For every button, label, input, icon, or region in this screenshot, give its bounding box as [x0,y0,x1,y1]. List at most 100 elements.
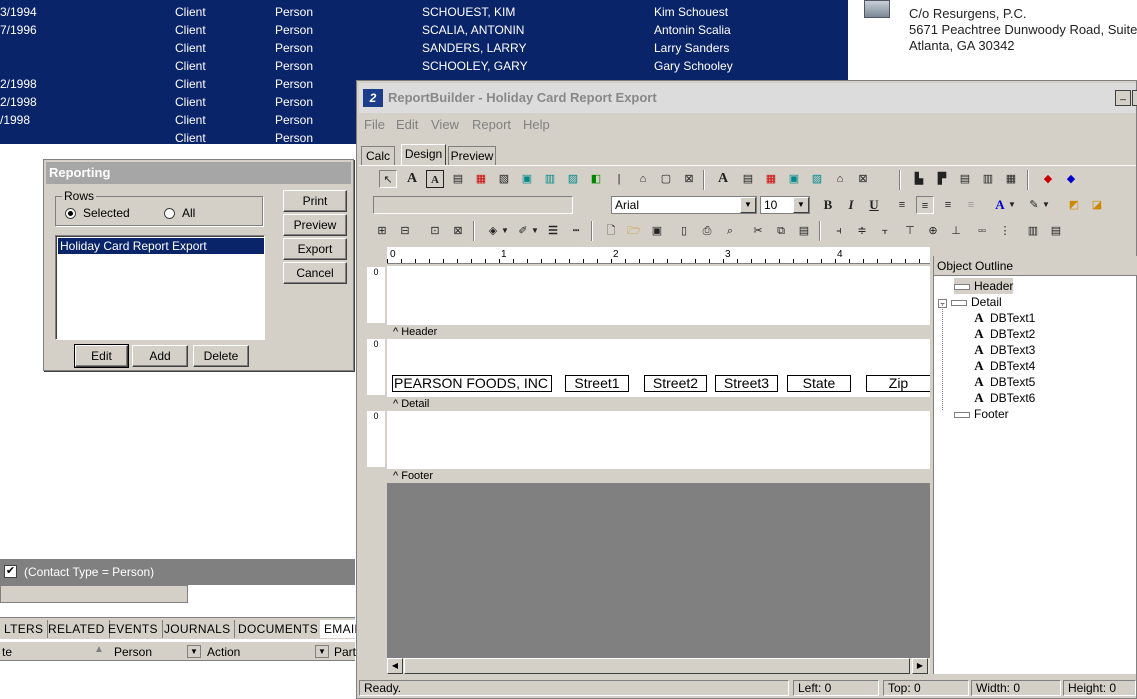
scroll-thumb[interactable] [404,658,910,674]
rb-title-bar[interactable]: 2 ReportBuilder - Holiday Card Report Ex… [359,83,1137,113]
size-icon-2[interactable]: ⊠ [449,222,467,240]
dbcheckbox-icon[interactable]: ⊠ [854,170,872,188]
save-icon[interactable]: ▣ [648,222,666,240]
outline-dbtext3[interactable]: A DBText3 [972,342,1035,358]
radio-all-label[interactable]: All [182,206,195,220]
outline-detail[interactable]: − Detail [938,294,1002,310]
open-icon[interactable]: 🗁 [625,222,643,240]
contact-row[interactable]: 3/1994 Client Person SCHOUEST, KIM Kim Schou… [0,2,848,20]
space-vert-icon[interactable]: ⋮ [996,222,1014,240]
radio-selected[interactable] [65,208,76,219]
tab-calc[interactable]: Calc [361,146,395,165]
column-person[interactable]: Person [114,645,152,659]
cancel-button[interactable]: Cancel [283,262,347,284]
tab-preview[interactable]: Preview [448,146,496,165]
align-icon-2[interactable]: ▛ [933,170,951,188]
new-icon[interactable]: 🗋 [602,222,620,240]
align-center-icon[interactable]: ≡ [916,196,934,214]
font-name-dropdown-icon[interactable]: ▼ [740,197,756,213]
dbmemo-icon[interactable]: ▤ [739,170,757,188]
menu-view[interactable]: View [431,117,459,132]
print-button[interactable]: Print [283,190,347,212]
paste-icon[interactable]: ▤ [795,222,813,240]
align-icon-3[interactable]: ▤ [956,170,974,188]
scroll-left-icon[interactable]: ◀ [387,658,403,674]
delete-button[interactable]: Delete [193,345,249,367]
footer-band[interactable] [387,411,930,469]
bottom-tab-documents[interactable]: DOCUMENTS [234,620,324,638]
memo-icon[interactable]: A [426,170,444,188]
component-name-box[interactable] [373,196,573,214]
align-tops-icon[interactable]: ⊤ [901,222,919,240]
bottom-tab-events[interactable]: EVENTS [104,620,163,638]
field-zip[interactable]: Zip [866,375,930,392]
checkbox-icon[interactable]: ◧ [587,170,605,188]
contact-row[interactable]: Client Person SCHOOLEY, GARY Gary Schooley [0,56,848,74]
field-street2[interactable]: Street2 [644,375,707,392]
detail-band-label[interactable]: ^ Detail [387,397,930,411]
outline-footer[interactable]: Footer [954,406,1009,422]
filter-checkbox[interactable]: ✔ [4,565,17,578]
align-lefts-icon[interactable]: ⫞ [830,222,848,240]
page-setup-icon[interactable]: ▯ [675,222,693,240]
chart-icon[interactable]: ▨ [564,170,582,188]
space-horiz-icon[interactable]: ▫▫ [973,222,991,240]
font-size-select[interactable]: 10 ▼ [760,196,810,214]
select-arrow-icon[interactable]: ↖ [379,170,397,188]
menu-report[interactable]: Report [472,117,511,132]
contact-row[interactable]: 7/1996 Client Person SCALIA, ANTONIN Antonin… [0,20,848,38]
column-part[interactable]: Part [334,645,356,659]
font-name-select[interactable]: Arial ▼ [611,196,757,214]
send-back-icon[interactable]: ◪ [1088,196,1106,214]
field-company[interactable]: PEARSON FOODS, INC [392,375,552,392]
align-rights-icon[interactable]: ⫟ [876,222,894,240]
bold-icon[interactable]: B [819,196,837,214]
maximize-button[interactable] [1132,90,1137,106]
line-style-icon[interactable]: ┅ [567,222,585,240]
bottom-tab-related[interactable]: RELATED [44,620,110,638]
align-centers-icon[interactable]: ≑ [853,222,871,240]
shapes-blue-icon[interactable]: ◆ [1062,170,1080,188]
horizontal-scrollbar[interactable]: ◀ ▶ [387,657,930,674]
calc-icon[interactable]: ▦ [472,170,490,188]
dbtext-icon[interactable]: A [714,170,732,188]
dbimage-icon[interactable]: ▨ [808,170,826,188]
richtext-icon[interactable]: ▤ [449,170,467,188]
menu-edit[interactable]: Edit [396,117,418,132]
fill-color-dropdown-icon[interactable]: ▼ [500,222,510,240]
outline-dbtext2[interactable]: A DBText2 [972,326,1035,342]
bottom-tab-lters[interactable]: LTERS [0,620,49,638]
header-band-label[interactable]: ^ Header [387,325,930,339]
reporting-title-bar[interactable]: Reporting [46,162,351,184]
italic-icon[interactable]: I [842,196,860,214]
report-list[interactable]: Holiday Card Report Export [55,235,265,340]
footer-band-label[interactable]: ^ Footer [387,469,930,483]
label-icon[interactable]: A [403,170,421,188]
field-street3[interactable]: Street3 [715,375,778,392]
add-button[interactable]: Add [132,345,188,367]
align-middles-icon[interactable]: ⊕ [924,222,942,240]
bottom-tab-journals[interactable]: JOURNALS [160,620,236,638]
align-left-icon[interactable]: ≡ [893,196,911,214]
menu-help[interactable]: Help [523,117,550,132]
export-button[interactable]: Export [283,238,347,260]
bring-front-icon[interactable]: ◩ [1065,196,1083,214]
detail-band[interactable]: PEARSON FOODS, INC Street1 Street2 Stree… [387,339,930,397]
edit-button[interactable]: Edit [74,344,129,368]
person-dropdown-icon[interactable]: ▼ [187,645,201,658]
radio-all[interactable] [164,208,175,219]
line-thickness-icon[interactable]: ☰ [544,222,562,240]
field-street1[interactable]: Street1 [565,375,629,392]
tab-design[interactable]: Design [401,144,446,165]
align-icon-4[interactable]: ▥ [979,170,997,188]
size-icon-1[interactable]: ⊡ [426,222,444,240]
outline-dbtext6[interactable]: A DBText6 [972,390,1035,406]
size-width-icon[interactable]: ▥ [1024,222,1042,240]
justify-icon[interactable]: ≡ [962,196,980,214]
crosstab-icon[interactable]: ⊠ [680,170,698,188]
font-size-dropdown-icon[interactable]: ▼ [793,197,809,213]
region-icon[interactable]: ⌂ [634,170,652,188]
report-list-item[interactable]: Holiday Card Report Export [58,238,264,254]
field-state[interactable]: State [787,375,851,392]
underline-icon[interactable]: U [865,196,883,214]
